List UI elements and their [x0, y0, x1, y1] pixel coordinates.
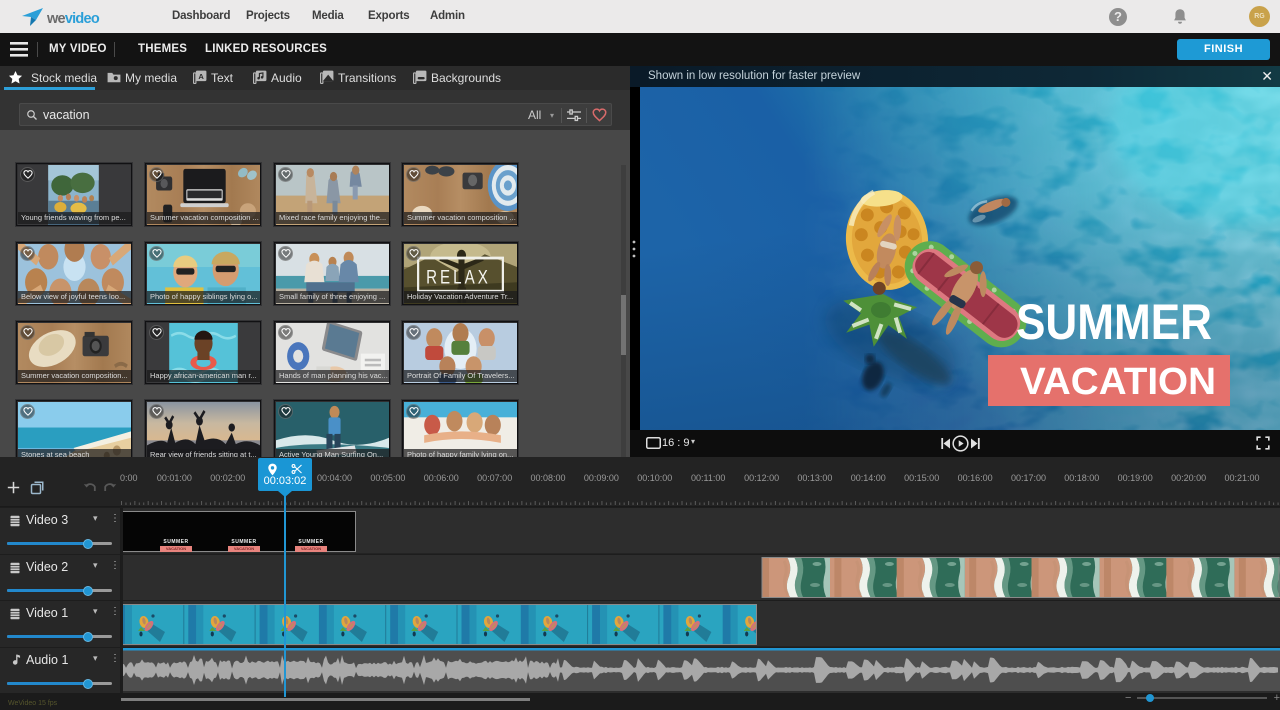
- svg-text:SUMMER: SUMMER: [1016, 294, 1212, 350]
- svg-text:RELAX: RELAX: [426, 266, 491, 288]
- svg-text:wevideo: wevideo: [46, 11, 100, 27]
- svg-text:VACATION: VACATION: [1020, 361, 1216, 403]
- svg-text:A: A: [198, 72, 204, 81]
